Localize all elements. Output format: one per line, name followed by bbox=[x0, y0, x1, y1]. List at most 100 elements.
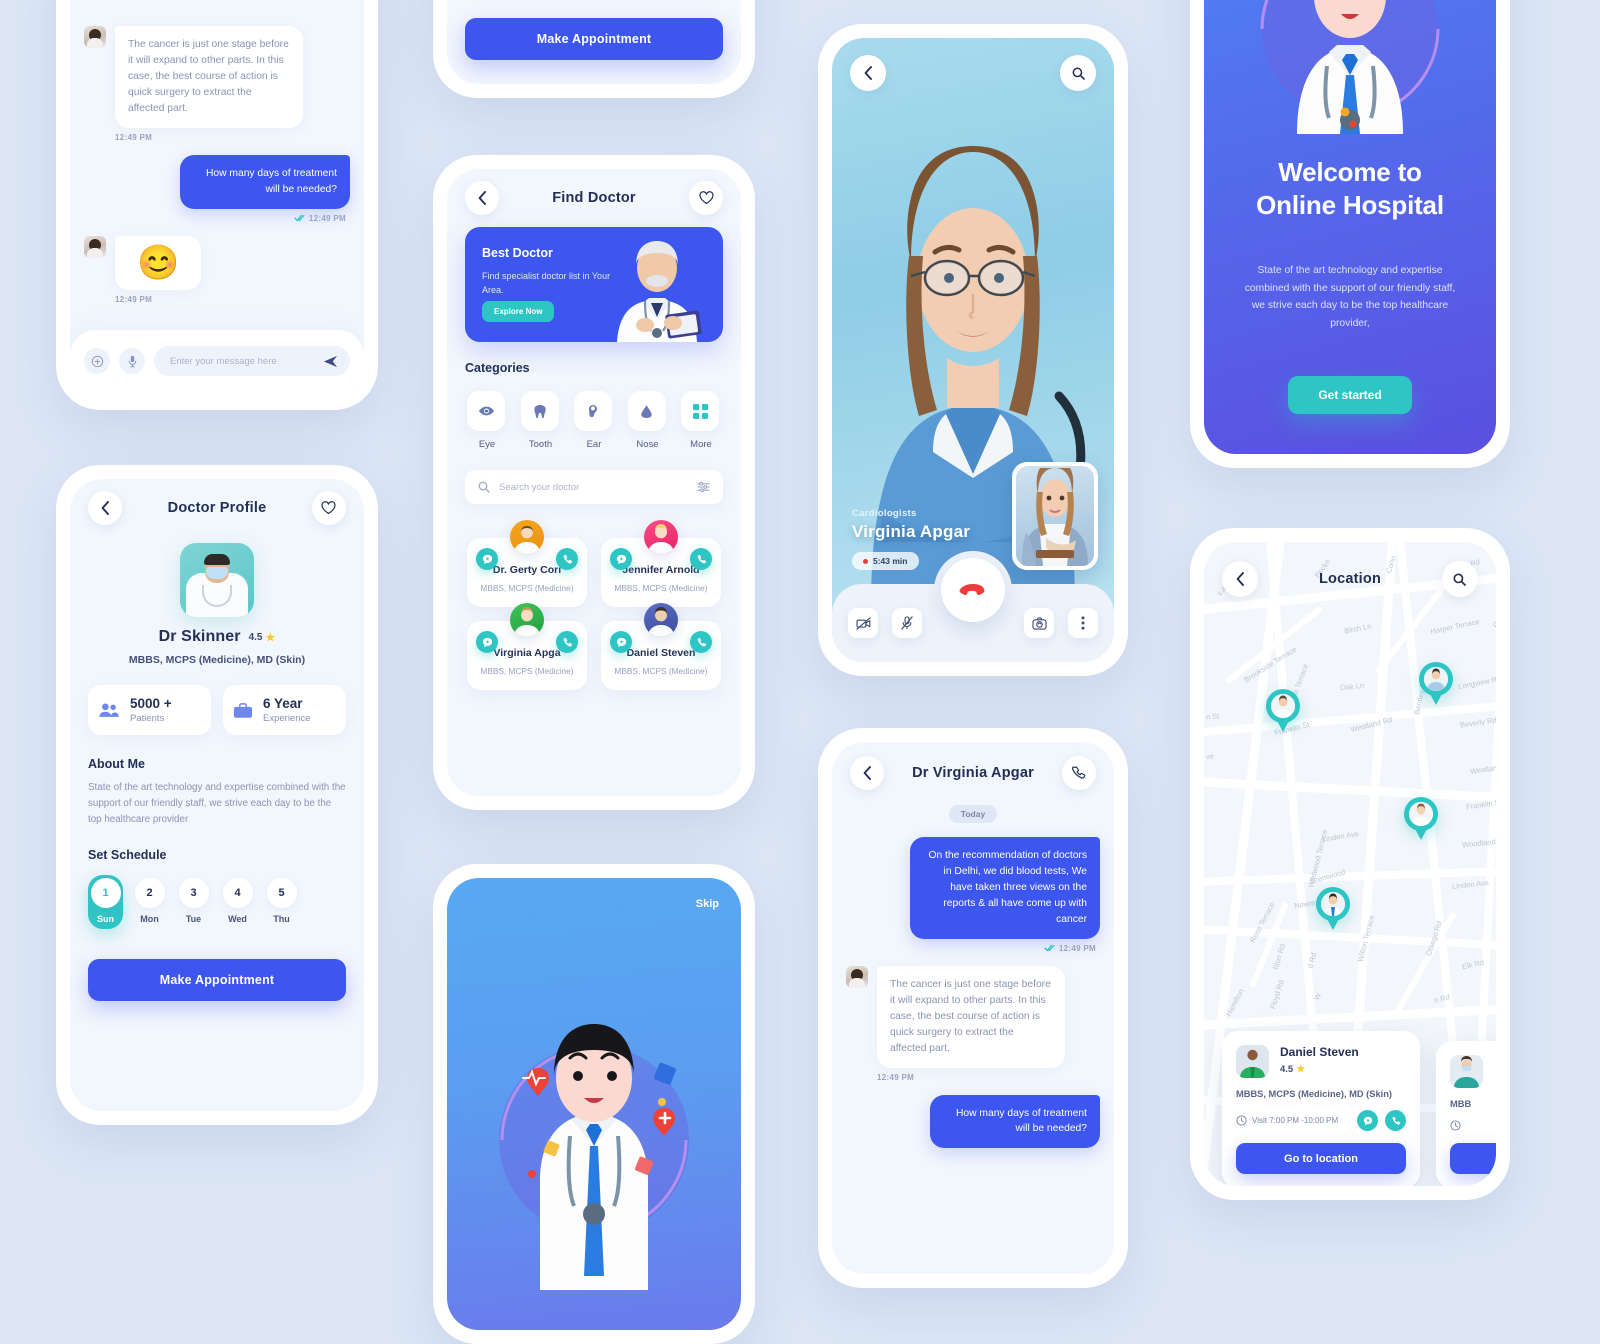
schedule-day[interactable]: 4 Wed bbox=[220, 875, 255, 929]
appointment-peek-screen: Make Appointment bbox=[447, 0, 741, 84]
doctor-card[interactable]: Dr. Gerty Cori MBBS, MCPS (Medicine) bbox=[467, 520, 587, 607]
back-button[interactable] bbox=[465, 181, 499, 215]
doctor-card[interactable]: Jennifer Arnold MBBS, MCPS (Medicine) bbox=[601, 520, 721, 607]
doctor-chat-phone: Dr Virginia Apgar Today On the recommend… bbox=[818, 728, 1128, 1288]
welcome-screen: Welcome to Online Hospital State of the … bbox=[1204, 0, 1496, 454]
call-button[interactable] bbox=[1062, 756, 1096, 790]
attach-button[interactable] bbox=[84, 348, 110, 374]
category-label: More bbox=[690, 439, 712, 450]
message-button[interactable] bbox=[476, 631, 498, 653]
star-icon: ★ bbox=[265, 631, 276, 644]
doctor-card-grid: Dr. Gerty Cori MBBS, MCPS (Medicine) Jen… bbox=[447, 504, 741, 690]
search-button[interactable] bbox=[1441, 561, 1478, 597]
location-doctor-card[interactable]: MBB bbox=[1436, 1041, 1496, 1186]
street-label: n St bbox=[1205, 711, 1220, 722]
call-button[interactable] bbox=[556, 631, 578, 653]
stat-label: Experience bbox=[263, 713, 311, 724]
stat-value: 6 Year bbox=[263, 696, 303, 711]
go-to-location-button[interactable]: Go to location bbox=[1236, 1143, 1406, 1174]
favorite-button[interactable] bbox=[311, 491, 346, 525]
back-button[interactable] bbox=[88, 491, 122, 525]
message-input[interactable]: Enter your message here bbox=[154, 346, 350, 376]
explore-now-button[interactable]: Explore Now bbox=[482, 301, 555, 322]
make-appointment-button[interactable]: Make Appointment bbox=[88, 959, 346, 1002]
category-tooth[interactable]: Tooth bbox=[520, 391, 561, 450]
make-appointment-button[interactable]: Make Appointment bbox=[465, 18, 723, 60]
self-view-pip[interactable] bbox=[1012, 462, 1098, 570]
chat-message-list[interactable]: The cancer is just one stage before it w… bbox=[70, 0, 364, 304]
map-pin[interactable] bbox=[1404, 797, 1438, 841]
schedule-day[interactable]: 3 Tue bbox=[176, 875, 211, 929]
chat-input-bar: Enter your message here bbox=[70, 330, 364, 396]
schedule-day[interactable]: 5 Thu bbox=[264, 875, 299, 929]
map-pin[interactable] bbox=[1266, 689, 1300, 733]
category-nose[interactable]: Nose bbox=[627, 391, 668, 450]
day-label: Tue bbox=[185, 914, 202, 925]
chat-bubble-outgoing: How many days of treatment will be neede… bbox=[180, 154, 350, 209]
doctor-card[interactable]: Virginia Apga MBBS, MCPS (Medicine) bbox=[467, 603, 587, 690]
doctor-search-bar[interactable]: Search your doctor bbox=[465, 470, 723, 504]
chat-message-list[interactable]: On the recommendation of doctors in Delh… bbox=[832, 837, 1114, 1149]
message-button[interactable] bbox=[610, 631, 632, 653]
about-title: About Me bbox=[88, 757, 145, 771]
category-eye[interactable]: Eye bbox=[467, 391, 507, 450]
onboarding-phone: Skip bbox=[433, 864, 755, 1344]
category-label: Nose bbox=[636, 439, 659, 450]
onboarding-illustration bbox=[474, 990, 714, 1290]
call-button[interactable] bbox=[690, 548, 712, 570]
search-button[interactable] bbox=[1060, 55, 1096, 91]
schedule-day[interactable]: 2 Mon bbox=[132, 875, 167, 929]
end-call-button[interactable] bbox=[941, 558, 1005, 622]
banner-subtitle: Find specialist doctor list in Your Area… bbox=[482, 271, 611, 296]
go-to-location-button[interactable] bbox=[1450, 1143, 1496, 1174]
doctor-degrees: MBBS, MCPS (Medicine) bbox=[614, 666, 708, 676]
category-ear[interactable]: Ear bbox=[574, 391, 614, 450]
message-button[interactable] bbox=[1357, 1110, 1378, 1131]
call-button[interactable] bbox=[690, 631, 712, 653]
chat-message-row: On the recommendation of doctors in Delh… bbox=[846, 837, 1100, 939]
send-icon[interactable] bbox=[323, 355, 338, 368]
chat-timestamp: 12:49 PM bbox=[115, 132, 153, 142]
doctor-degrees: MBBS, MCPS (Medicine) bbox=[614, 583, 708, 593]
more-options-button[interactable] bbox=[1068, 608, 1098, 638]
call-button[interactable] bbox=[556, 548, 578, 570]
schedule-title: Set Schedule bbox=[88, 848, 167, 863]
chat-bubble-emoji: 😊 bbox=[115, 235, 202, 290]
day-divider-label: Today bbox=[948, 805, 998, 823]
filter-icon[interactable] bbox=[697, 481, 710, 493]
welcome-subtitle: State of the art technology and expertis… bbox=[1244, 265, 1456, 330]
category-more[interactable]: More bbox=[681, 391, 721, 450]
read-receipt-icon bbox=[294, 214, 305, 222]
map-pin[interactable] bbox=[1316, 887, 1350, 931]
avatar bbox=[1409, 802, 1433, 826]
schedule-day[interactable]: 1 Sun bbox=[88, 875, 123, 930]
back-button[interactable] bbox=[850, 756, 884, 790]
favorite-button[interactable] bbox=[689, 181, 723, 215]
street-label: Harper Terrace bbox=[1429, 616, 1481, 637]
back-button[interactable] bbox=[1222, 561, 1258, 597]
welcome-title-line2: Online Hospital bbox=[1256, 189, 1444, 220]
doctor-card[interactable]: Daniel Steven MBBS, MCPS (Medicine) bbox=[601, 603, 721, 690]
switch-camera-button[interactable] bbox=[1024, 608, 1054, 638]
avatar bbox=[510, 603, 544, 637]
self-view-video bbox=[1016, 466, 1094, 566]
call-button[interactable] bbox=[1385, 1110, 1406, 1131]
video-off-button[interactable] bbox=[848, 608, 878, 638]
avatar bbox=[1424, 667, 1448, 691]
visit-row bbox=[1450, 1120, 1496, 1131]
message-button[interactable] bbox=[610, 548, 632, 570]
visit-row: Visit 7:00 PM -10:00 PM bbox=[1236, 1110, 1406, 1131]
skip-button[interactable]: Skip bbox=[696, 898, 719, 910]
street-label: Linden Ave bbox=[1451, 878, 1490, 891]
mic-button[interactable] bbox=[119, 348, 145, 374]
chat-bubble-outgoing: How many days of treatment will be neede… bbox=[930, 1094, 1100, 1149]
map-pin[interactable] bbox=[1419, 662, 1453, 706]
chat-bubble-outgoing: On the recommendation of doctors in Delh… bbox=[910, 837, 1100, 939]
location-doctor-card[interactable]: Daniel Steven 4.5 ★ MBBS, MCPS (Medicine… bbox=[1222, 1031, 1420, 1186]
mic-off-button[interactable] bbox=[892, 608, 922, 638]
best-doctor-banner[interactable]: Best Doctor Find specialist doctor list … bbox=[465, 227, 723, 342]
get-started-button[interactable]: Get started bbox=[1288, 376, 1412, 414]
message-button[interactable] bbox=[476, 548, 498, 570]
back-button[interactable] bbox=[850, 55, 886, 91]
schedule-day-picker[interactable]: 1 Sun 2 Mon 3 Tue 4 Wed 5 Thu bbox=[70, 875, 364, 930]
